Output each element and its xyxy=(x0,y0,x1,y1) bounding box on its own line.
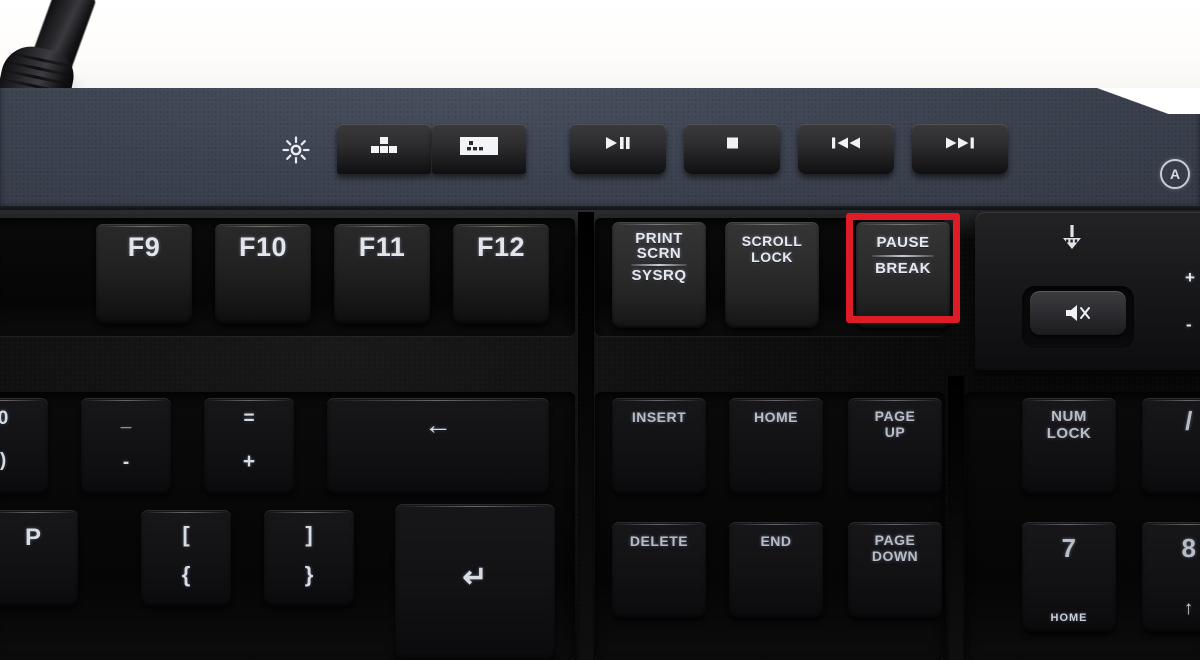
numpad-7-sublabel: HOME xyxy=(1050,612,1088,624)
media-previous-key[interactable] xyxy=(798,124,894,174)
zero-label-base: ) xyxy=(0,450,7,471)
mute-key[interactable] xyxy=(1030,291,1126,335)
f12-label: F12 xyxy=(476,232,526,262)
zero-key[interactable]: 0 ) xyxy=(0,398,48,494)
numpad-divide-label: / xyxy=(1185,406,1193,436)
backlight-profile-key[interactable] xyxy=(432,124,526,174)
brightness-bars-icon xyxy=(369,135,399,155)
photo-backdrop xyxy=(0,0,1200,96)
numpad-8-label: 8 xyxy=(1181,533,1197,563)
enter-key[interactable]: ↵ xyxy=(395,504,555,660)
pause-break-divider xyxy=(871,255,935,258)
print-screen-line3: SYSRQ xyxy=(631,266,687,284)
media-stop-key[interactable] xyxy=(684,124,780,174)
f10-label: F10 xyxy=(238,232,288,262)
numpad-7-label: 7 xyxy=(1061,533,1077,563)
brand-logo-badge: A xyxy=(1160,159,1190,189)
print-screen-divider xyxy=(630,263,688,266)
brightness-level-key[interactable] xyxy=(337,124,431,174)
print-screen-line1: PRINT xyxy=(635,230,683,247)
print-screen-line2: SCRN xyxy=(636,245,682,263)
volume-roller-icon xyxy=(1055,222,1089,256)
f11-label: F11 xyxy=(358,232,406,262)
numpad-8-arrow-icon: ↑ xyxy=(1183,598,1195,619)
equals-key[interactable]: = + xyxy=(204,398,294,494)
backspace-arrow-icon: ← xyxy=(424,409,452,440)
media-next-key[interactable] xyxy=(912,124,1008,174)
keyboard-photo: A F9 F10 F11 F12 PRINT SCRN SYSRQ SCROLL… xyxy=(0,0,1200,660)
page-down-line1: PAGE xyxy=(874,532,916,548)
f9-label: F9 xyxy=(127,232,161,262)
scroll-lock-key[interactable]: SCROLL LOCK xyxy=(725,222,819,328)
enter-arrow-icon: ↵ xyxy=(462,561,488,594)
page-down-line2: DOWN xyxy=(871,548,919,565)
next-track-icon xyxy=(943,135,977,151)
volume-plus-mark[interactable]: + xyxy=(1185,268,1195,288)
bracket-right-key[interactable]: ] } xyxy=(264,510,354,606)
end-label: END xyxy=(760,533,792,549)
media-play-pause-key[interactable] xyxy=(570,124,666,174)
page-up-key[interactable]: PAGE UP xyxy=(848,398,942,494)
page-up-line2: UP xyxy=(884,424,906,441)
minus-label-shift: _ xyxy=(120,410,132,431)
scroll-lock-line2: LOCK xyxy=(751,249,793,266)
pause-break-key[interactable]: PAUSE BREAK xyxy=(856,222,950,328)
volume-minus-mark[interactable]: - xyxy=(1186,315,1192,335)
bracket-right-base: } xyxy=(304,562,314,587)
pause-break-line1: PAUSE xyxy=(876,234,930,251)
f9-key[interactable]: F9 xyxy=(96,224,192,324)
num-lock-line2: LOCK xyxy=(1046,425,1092,443)
p-label: P xyxy=(24,524,41,551)
bezel-corner-chamfer xyxy=(1050,88,1200,114)
sun-brightness-icon xyxy=(281,135,311,165)
previous-track-icon xyxy=(829,135,863,151)
bracket-left-shift: [ xyxy=(182,522,190,547)
backspace-key[interactable]: ← xyxy=(327,398,549,494)
scroll-lock-line1: SCROLL xyxy=(741,233,803,249)
pause-break-line2: BREAK xyxy=(875,260,931,278)
f11-key[interactable]: F11 xyxy=(334,224,430,324)
delete-key[interactable]: DELETE xyxy=(612,522,706,618)
home-key[interactable]: HOME xyxy=(729,398,823,494)
f10-key[interactable]: F10 xyxy=(215,224,311,324)
equals-label-shift: = xyxy=(243,408,255,429)
numpad-8-key[interactable]: 8 ↑ xyxy=(1142,522,1200,632)
minus-label-base: - xyxy=(122,452,130,473)
stop-icon xyxy=(717,135,747,151)
cluster-groove-left xyxy=(578,212,594,660)
play-pause-icon xyxy=(603,135,633,151)
logo-letter: A xyxy=(1169,166,1181,182)
page-down-key[interactable]: PAGE DOWN xyxy=(848,522,942,618)
minus-key[interactable]: _ - xyxy=(81,398,171,494)
home-label: HOME xyxy=(754,409,798,425)
insert-key[interactable]: INSERT xyxy=(612,398,706,494)
numpad-7-key[interactable]: 7 HOME xyxy=(1022,522,1116,632)
bracket-right-shift: ] xyxy=(305,522,313,547)
delete-label: DELETE xyxy=(629,533,689,549)
f12-key[interactable]: F12 xyxy=(453,224,549,324)
page-up-line1: PAGE xyxy=(874,408,916,424)
zero-label-shift: 0 xyxy=(0,408,9,429)
cluster-groove-right xyxy=(948,376,964,660)
backlight-panel-icon xyxy=(457,135,501,157)
num-lock-line1: NUM xyxy=(1051,408,1087,425)
speaker-mute-icon xyxy=(1063,302,1093,324)
end-key[interactable]: END xyxy=(729,522,823,618)
bracket-left-base: { xyxy=(181,562,191,587)
p-key[interactable]: P xyxy=(0,510,78,606)
print-screen-key[interactable]: PRINT SCRN SYSRQ xyxy=(612,222,706,328)
insert-label: INSERT xyxy=(631,409,687,425)
numpad-divide-key[interactable]: / xyxy=(1142,398,1200,494)
bracket-left-key[interactable]: [ { xyxy=(141,510,231,606)
equals-label-base: + xyxy=(242,450,256,473)
num-lock-key[interactable]: NUM LOCK xyxy=(1022,398,1116,494)
